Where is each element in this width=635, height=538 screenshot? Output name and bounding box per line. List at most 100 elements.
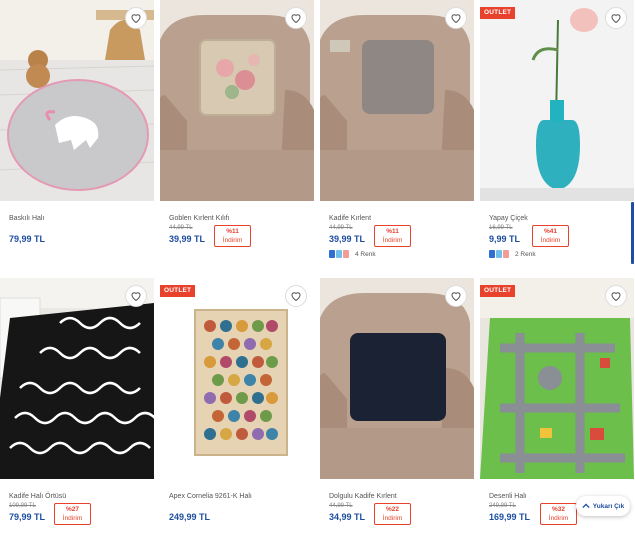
discount-label: İndirim	[62, 515, 83, 522]
current-price: 34,99 TL	[329, 512, 366, 522]
color-options[interactable]: 4 Renk	[329, 250, 474, 258]
color-swatch[interactable]	[496, 250, 502, 258]
product-name[interactable]: Apex Cornelia 9261-K Halı	[169, 492, 314, 501]
scroll-to-top-label: Yukarı Çık	[592, 502, 625, 510]
product-card[interactable]: Goblen Kırlent Kılıfı 44,99 TL 39,99 TL …	[160, 0, 314, 269]
product-image[interactable]	[0, 0, 154, 201]
outlet-badge: OUTLET	[160, 285, 196, 297]
product-name[interactable]: Baskılı Halı	[9, 214, 154, 223]
heart-outline-icon	[451, 14, 461, 24]
product-card[interactable]: Kadife Halı Örtüsü 109,99 TL 79,99 TL %2…	[0, 278, 154, 538]
product-image[interactable]	[320, 0, 474, 201]
product-image[interactable]: OUTLET	[480, 0, 634, 201]
product-image[interactable]: OUTLET	[480, 278, 634, 479]
product-image[interactable]	[320, 278, 474, 479]
chevron-up-icon	[582, 503, 590, 509]
favorite-button[interactable]	[285, 285, 307, 307]
old-price	[9, 224, 45, 233]
black-lattice-rug-image	[0, 278, 154, 479]
velvet-cushion-gray-image	[320, 0, 474, 201]
product-card[interactable]: Dolgulu Kadife Kırlent 44,99 TL 34,99 TL…	[320, 278, 474, 538]
price-box: 249,99 TL	[169, 502, 314, 523]
old-price: 44,99 TL	[329, 503, 353, 509]
price-box: 109,99 TL 79,99 TL %27 İndirim	[9, 502, 154, 525]
product-image[interactable]: OUTLET	[160, 278, 314, 479]
product-info: Yapay Çiçek 16,99 TL 9,99 TL %41 İndirim…	[480, 201, 634, 269]
discount-badge: %32 İndirim	[540, 503, 578, 525]
product-info: Goblen Kırlent Kılıfı 44,99 TL 39,99 TL …	[160, 201, 314, 269]
current-price: 39,99 TL	[329, 234, 366, 244]
heart-outline-icon	[291, 14, 301, 24]
product-image[interactable]	[160, 0, 314, 201]
favorite-button[interactable]	[285, 7, 307, 29]
product-image[interactable]	[0, 278, 154, 479]
color-count: 4 Renk	[355, 250, 376, 258]
discount-label: İndirim	[382, 515, 403, 522]
color-swatch[interactable]	[343, 250, 349, 258]
product-name[interactable]: Kadife Halı Örtüsü	[9, 492, 154, 501]
discount-badge: %11 İndirim	[374, 225, 412, 247]
color-swatch[interactable]	[503, 250, 509, 258]
price-box: 79,99 TL	[9, 224, 154, 245]
discount-badge: %11 İndirim	[214, 225, 252, 247]
old-price: 44,99 TL	[169, 225, 193, 231]
price-box: 44,99 TL 39,99 TL %11 İndirim	[329, 224, 474, 247]
product-card[interactable]: Kadife Kırlent 44,99 TL 39,99 TL %11 İnd…	[320, 0, 474, 269]
scrollbar-thumb[interactable]	[631, 202, 634, 264]
discount-label: İndirim	[382, 237, 403, 244]
discount-badge: %22 İndirim	[374, 503, 412, 525]
product-info: Kadife Halı Örtüsü 109,99 TL 79,99 TL %2…	[0, 479, 154, 538]
discount-percent: %22	[386, 506, 400, 513]
patterned-rug-image	[160, 278, 314, 479]
product-name[interactable]: Goblen Kırlent Kılıfı	[169, 214, 314, 223]
discount-percent: %11	[386, 228, 399, 235]
kids-road-rug-image	[480, 278, 634, 479]
discount-label: İndirim	[540, 237, 561, 244]
current-price: 169,99 TL	[489, 512, 531, 522]
current-price: 79,99 TL	[9, 512, 46, 522]
product-card[interactable]: OUTLET Yapay Çiçek 16,99 TL 9,99 TL %41 …	[480, 0, 634, 269]
price-box: 44,99 TL 34,99 TL %22 İndirim	[329, 502, 474, 525]
color-swatch[interactable]	[336, 250, 342, 258]
discount-label: İndirim	[222, 237, 243, 244]
old-price: 16,99 TL	[489, 225, 513, 231]
current-price: 39,99 TL	[169, 234, 206, 244]
color-swatch[interactable]	[489, 250, 495, 258]
heart-outline-icon	[451, 292, 461, 302]
current-price: 9,99 TL	[489, 234, 521, 244]
product-name[interactable]: Yapay Çiçek	[489, 214, 634, 223]
heart-outline-icon	[611, 14, 621, 24]
current-price: 249,99 TL	[169, 512, 211, 522]
tapestry-cushion-image	[160, 0, 314, 201]
product-card[interactable]: OUTLET Apex Cornelia 9261-K Halı 249,99 …	[160, 278, 314, 538]
discount-badge: %27 İndirim	[54, 503, 92, 525]
rug-round-unicorn-image	[0, 0, 154, 201]
outlet-badge: OUTLET	[480, 285, 516, 297]
product-info: Apex Cornelia 9261-K Halı 249,99 TL	[160, 479, 314, 538]
discount-percent: %32	[552, 506, 566, 513]
favorite-button[interactable]	[445, 285, 467, 307]
product-name[interactable]: Kadife Kırlent	[329, 214, 474, 223]
discount-label: İndirim	[548, 515, 569, 522]
product-info: Dolgulu Kadife Kırlent 44,99 TL 34,99 TL…	[320, 479, 474, 538]
discount-percent: %41	[544, 228, 558, 235]
favorite-button[interactable]	[445, 7, 467, 29]
color-options[interactable]: 2 Renk	[489, 250, 634, 258]
heart-outline-icon	[131, 14, 141, 24]
scroll-to-top-button[interactable]: Yukarı Çık	[576, 496, 630, 516]
old-price: 109,99 TL	[9, 503, 36, 509]
color-count: 2 Renk	[515, 250, 536, 258]
color-swatch[interactable]	[329, 250, 335, 258]
old-price: 44,99 TL	[329, 225, 353, 231]
navy-velvet-cushion-image	[320, 278, 474, 479]
product-name[interactable]: Dolgulu Kadife Kırlent	[329, 492, 474, 501]
product-card[interactable]: Baskılı Halı 79,99 TL	[0, 0, 154, 269]
discount-badge: %41 İndirim	[532, 225, 570, 247]
favorite-button[interactable]	[605, 285, 627, 307]
discount-percent: %11	[226, 228, 239, 235]
favorite-button[interactable]	[605, 7, 627, 29]
product-grid: Baskılı Halı 79,99 TL Goblen Kırlent Kıl…	[0, 0, 635, 538]
heart-outline-icon	[131, 292, 141, 302]
favorite-button[interactable]	[125, 285, 147, 307]
favorite-button[interactable]	[125, 7, 147, 29]
